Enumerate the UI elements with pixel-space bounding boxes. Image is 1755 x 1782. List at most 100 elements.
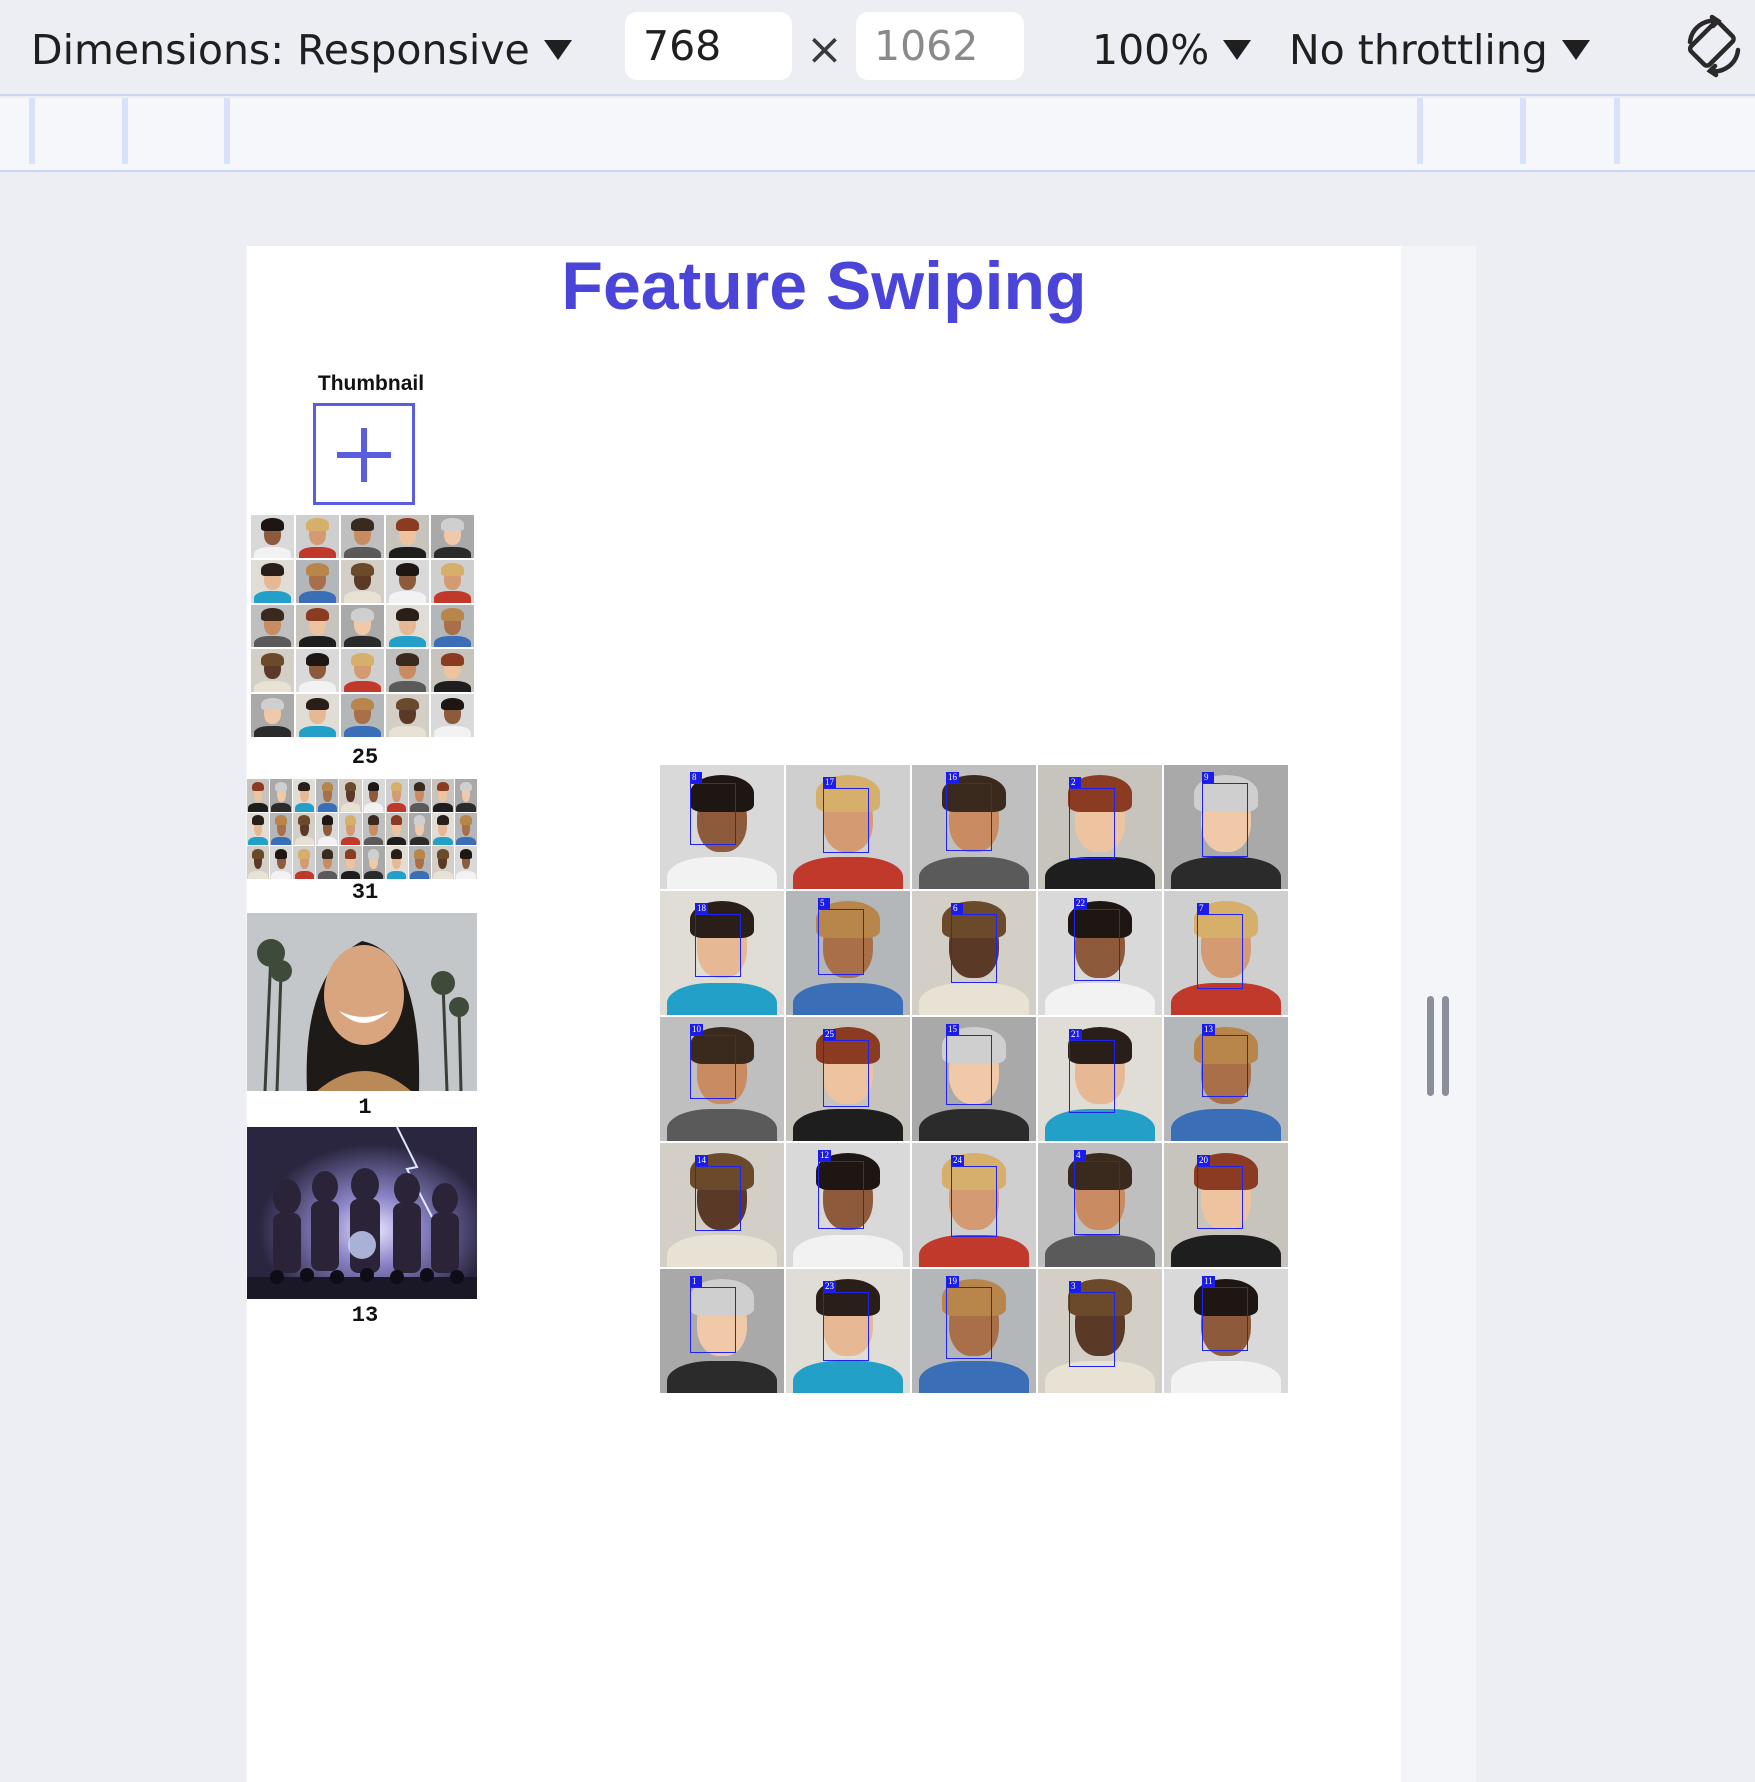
- detection-id-label: 5: [818, 898, 830, 909]
- detected-face-cell: 24: [912, 1143, 1036, 1267]
- media-query-marker[interactable]: [224, 98, 230, 164]
- add-thumbnail-button[interactable]: [313, 403, 415, 505]
- detection-box: [690, 1035, 736, 1099]
- face-portrait: [386, 559, 429, 603]
- face-portrait: [431, 694, 474, 737]
- face-portrait: [247, 812, 270, 846]
- detection-box: [818, 909, 864, 975]
- detection-box: [1202, 1035, 1248, 1097]
- detection-grid: 8 17 16 2 9 18 5 6 22 7 10 25 15 21 13 14 12 24 4 20 1 23 19 3 1…: [660, 765, 1290, 1395]
- thumbnail-count: 31: [351, 880, 379, 905]
- face-portrait: [385, 812, 408, 846]
- detection-id-label: 6: [951, 903, 963, 914]
- detection-box: [1074, 1161, 1120, 1235]
- face-portrait: [386, 604, 429, 648]
- detection-box: [823, 788, 869, 853]
- detected-face-cell: 17: [786, 765, 910, 889]
- thumbnail-face-grid-31[interactable]: [247, 779, 477, 879]
- detected-face-cell: 11: [1164, 1269, 1288, 1393]
- detection-id-label: 17: [823, 777, 836, 788]
- detected-face-cell: 5: [786, 891, 910, 1015]
- detection-box: [695, 914, 741, 977]
- detection-box: [823, 1292, 869, 1361]
- detection-id-label: 9: [1202, 772, 1214, 783]
- thumbnail-face-grid-25[interactable]: [251, 515, 474, 737]
- thumbnail-label: Thumbnail: [317, 372, 425, 395]
- face-portrait: [296, 515, 339, 558]
- thumbnail-smiling-woman[interactable]: [247, 913, 477, 1091]
- face-portrait: [362, 812, 385, 846]
- media-query-marker[interactable]: [29, 98, 35, 164]
- face-portrait: [431, 649, 474, 693]
- detection-id-label: 2: [1069, 777, 1081, 788]
- detected-face-cell: 15: [912, 1017, 1036, 1141]
- detected-face-cell: 2: [1038, 765, 1162, 889]
- height-input[interactable]: 1062: [856, 12, 1024, 80]
- face-portrait: [293, 812, 316, 846]
- thumbnail-count: 25: [351, 745, 379, 770]
- detection-id-label: 22: [1074, 898, 1087, 909]
- page-title: Feature Swiping: [561, 248, 1087, 324]
- detected-face-cell: 18: [660, 891, 784, 1015]
- face-portrait: [316, 779, 339, 812]
- detection-box: [690, 783, 736, 845]
- media-query-marker[interactable]: [122, 98, 128, 164]
- face-portrait: [454, 779, 477, 812]
- detection-id-label: 14: [695, 1155, 708, 1166]
- face-portrait: [293, 846, 316, 879]
- face-portrait: [251, 694, 294, 737]
- face-portrait: [408, 846, 431, 879]
- detection-id-label: 18: [695, 903, 708, 914]
- detected-face-cell: 10: [660, 1017, 784, 1141]
- detected-face-cell: 3: [1038, 1269, 1162, 1393]
- throttling-dropdown[interactable]: No throttling: [1289, 22, 1590, 78]
- face-portrait: [341, 559, 384, 603]
- face-portrait: [454, 812, 477, 846]
- detected-face-cell: 7: [1164, 891, 1288, 1015]
- detected-face-cell: 19: [912, 1269, 1036, 1393]
- face-portrait: [296, 649, 339, 693]
- detection-box: [823, 1040, 869, 1107]
- media-query-marker[interactable]: [1520, 98, 1526, 164]
- detection-box: [1197, 914, 1243, 989]
- resize-handle[interactable]: [1427, 996, 1449, 1096]
- face-portrait: [270, 779, 293, 812]
- detection-box: [946, 1287, 992, 1359]
- zoom-dropdown[interactable]: 100%: [1092, 22, 1252, 78]
- detection-box: [1197, 1166, 1243, 1229]
- detection-box: [951, 1166, 997, 1237]
- face-portrait: [454, 846, 477, 879]
- rotate-icon[interactable]: [1680, 12, 1748, 80]
- thumbnail-count: 13: [351, 1303, 379, 1328]
- width-input[interactable]: 768: [625, 12, 792, 80]
- dimensions-dropdown[interactable]: Dimensions: Responsive: [31, 22, 572, 78]
- face-portrait: [247, 779, 270, 812]
- detection-id-label: 1: [690, 1276, 702, 1287]
- face-portrait: [385, 779, 408, 812]
- detection-box: [695, 1166, 741, 1231]
- chevron-down-icon: [1561, 40, 1590, 60]
- detection-id-label: 19: [946, 1276, 959, 1287]
- face-portrait: [408, 779, 431, 812]
- throttling-label: No throttling: [1289, 26, 1548, 74]
- face-portrait: [386, 515, 429, 558]
- times-separator: ×: [806, 24, 843, 75]
- face-portrait: [296, 694, 339, 737]
- detection-id-label: 4: [1074, 1150, 1086, 1161]
- detection-id-label: 11: [1202, 1276, 1215, 1287]
- detection-box: [818, 1161, 864, 1229]
- detected-face-cell: 14: [660, 1143, 784, 1267]
- thumbnail-group-poster[interactable]: [247, 1127, 477, 1299]
- detected-face-cell: 9: [1164, 765, 1288, 889]
- detection-box: [1069, 788, 1115, 859]
- face-portrait: [431, 604, 474, 648]
- detection-id-label: 25: [823, 1029, 836, 1040]
- detection-box: [690, 1287, 736, 1353]
- face-portrait: [341, 604, 384, 648]
- face-portrait: [293, 779, 316, 812]
- chevron-down-icon: [543, 40, 572, 60]
- media-query-marker[interactable]: [1614, 98, 1620, 164]
- smiling-woman-image: [247, 913, 477, 1091]
- media-query-marker[interactable]: [1417, 98, 1423, 164]
- face-portrait: [247, 846, 270, 879]
